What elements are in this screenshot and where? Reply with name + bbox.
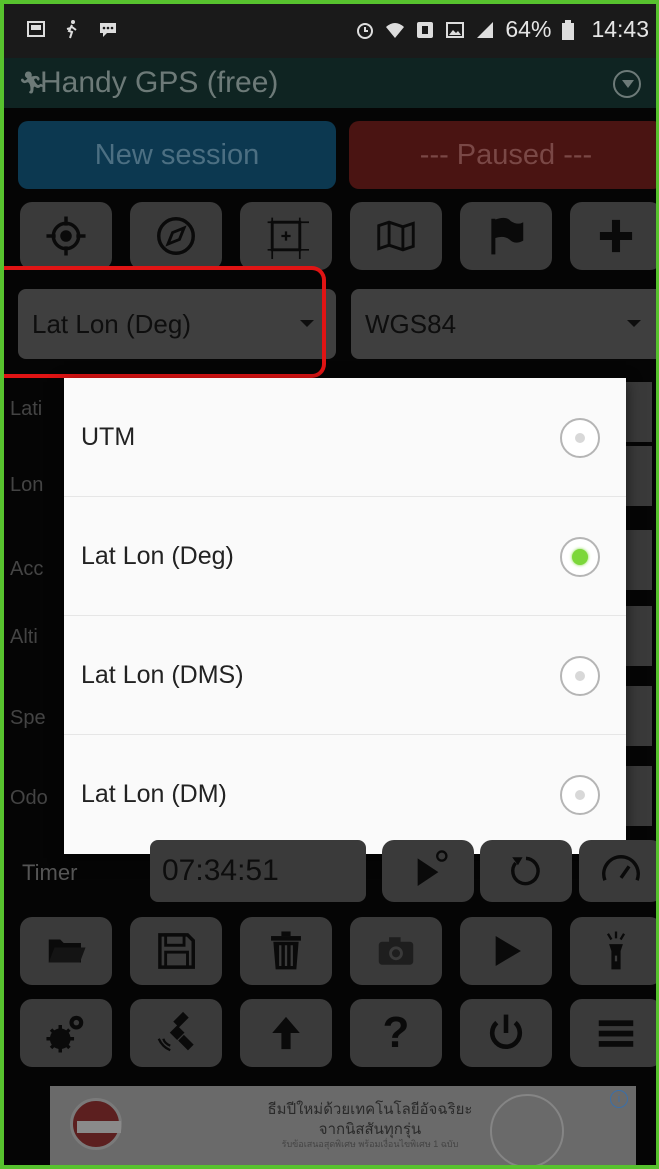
reset-icon [511,856,540,886]
option-utm[interactable]: UTM [64,378,626,497]
row-label-latitude: Lati [10,398,43,420]
activity-icon [62,18,82,40]
chevron-down-icon [627,320,641,327]
flashlight-icon [606,931,626,970]
ad-emblem [490,1094,564,1165]
new-session-button[interactable]: New session [18,121,336,189]
image-icon [445,19,465,41]
play-button[interactable] [460,917,552,985]
app-title: Handy GPS (free) [40,66,279,99]
option-lat-lon-dms[interactable]: Lat Lon (DMS) [64,616,626,735]
flag-icon [491,217,524,255]
option-label: Lat Lon (DM) [81,780,227,808]
row-label-odometer: Odo [10,787,48,809]
settings-icon [46,1015,84,1053]
radio-button[interactable] [560,656,600,696]
speedometer-button[interactable] [579,840,656,902]
nissan-logo [70,1098,122,1150]
flag-button[interactable] [460,202,552,270]
trash-icon [271,931,301,970]
arrow-up-icon [272,1016,300,1050]
camera-icon [378,937,414,965]
status-bar: 64% 14:43 [4,4,656,58]
folder-icon [48,939,86,963]
wifi-icon [385,19,405,41]
menu-icon [598,1020,634,1047]
screenshot-icon [26,18,46,40]
open-button[interactable] [20,917,112,985]
compass-button[interactable] [130,202,222,270]
power-icon [489,1014,523,1050]
save-button[interactable] [130,917,222,985]
radio-button[interactable] [560,418,600,458]
target-icon [46,216,86,256]
clock: 14:43 [591,16,649,42]
compass-icon [157,217,195,255]
toolbar-row-3 [4,917,656,985]
camera-button[interactable] [350,917,442,985]
option-label: Lat Lon (Deg) [81,541,234,570]
ad-line-1: ธีมปีใหม่ด้วยเทคโนโลยีอัจฉริยะ [267,1101,473,1118]
timer-value: 07:34:51 [150,840,366,902]
flashlight-button[interactable] [570,917,656,985]
satellite-icon [157,1011,194,1052]
area-button[interactable] [240,202,332,270]
option-label: UTM [81,422,136,451]
ad-text: ธีมปีใหม่ด้วยเทคโนโลยีอัจฉริยะ จากนิสสัน… [210,1100,530,1151]
upload-button[interactable] [240,999,332,1067]
ad-info-icon[interactable]: i [610,1090,628,1108]
alarm-icon [355,19,375,41]
play-timer-icon [417,850,448,886]
settings-button[interactable] [20,999,112,1067]
timer-start-button[interactable] [382,840,474,902]
area-icon [267,217,309,259]
play-icon [495,936,521,966]
highlight-box [4,266,326,378]
delete-button[interactable] [240,917,332,985]
speedometer-icon [602,855,640,881]
menu-button[interactable] [570,999,656,1067]
option-label: Lat Lon (DMS) [81,660,244,689]
row-label-longitude: Lon [10,474,44,496]
power-button[interactable] [460,999,552,1067]
ad-banner[interactable]: ธีมปีใหม่ด้วยเทคโนโลยีอัจฉริยะ จากนิสสัน… [50,1086,636,1165]
message-icon [98,18,118,40]
row-label-accuracy: Acc [10,558,44,580]
add-button[interactable] [570,202,656,270]
plus-icon [599,219,633,253]
option-lat-lon-dm[interactable]: Lat Lon (DM) [64,735,626,854]
ad-line-3: รับข้อเสนอสุดพิเศษ พร้อมเงื่อนไขพิเศษ 1 … [281,1139,459,1149]
timer-reset-button[interactable] [480,840,572,902]
satellite-button[interactable] [130,999,222,1067]
option-lat-lon-deg[interactable]: Lat Lon (Deg) [64,497,626,616]
timer-label: Timer [22,860,78,885]
help-button[interactable]: ? [350,999,442,1067]
radio-button-selected[interactable] [560,537,600,577]
ad-line-2: จากนิสสันทุกรุ่น [318,1120,422,1138]
battery-icon [561,19,581,41]
toolbar-row-4: ? [4,999,656,1067]
row-label-speed: Spe [10,707,46,729]
save-icon [158,933,195,969]
phone-frame: 64% 14:43 🏃︎ Handy GPS (free) New sessio… [0,0,659,1169]
datum-value: WGS84 [365,308,457,339]
paused-status-button[interactable]: --- Paused --- [349,121,656,189]
map-button[interactable] [350,202,442,270]
row-label-altitude: Alti [10,626,38,648]
signal-icon [475,19,495,41]
map-icon [377,220,415,252]
battery-percent: 64% [505,16,552,42]
data-icon [415,19,435,41]
help-icon: ? [382,1008,410,1057]
app-title-bar: 🏃︎ Handy GPS (free) [4,58,656,108]
overflow-menu-icon[interactable] [613,70,641,98]
target-button[interactable] [20,202,112,270]
toolbar-row-1 [4,202,656,270]
datum-select[interactable]: WGS84 [351,289,656,359]
radio-button[interactable] [560,775,600,815]
coordinate-format-popup: UTM Lat Lon (Deg) Lat Lon (DMS) Lat Lon … [64,378,626,854]
